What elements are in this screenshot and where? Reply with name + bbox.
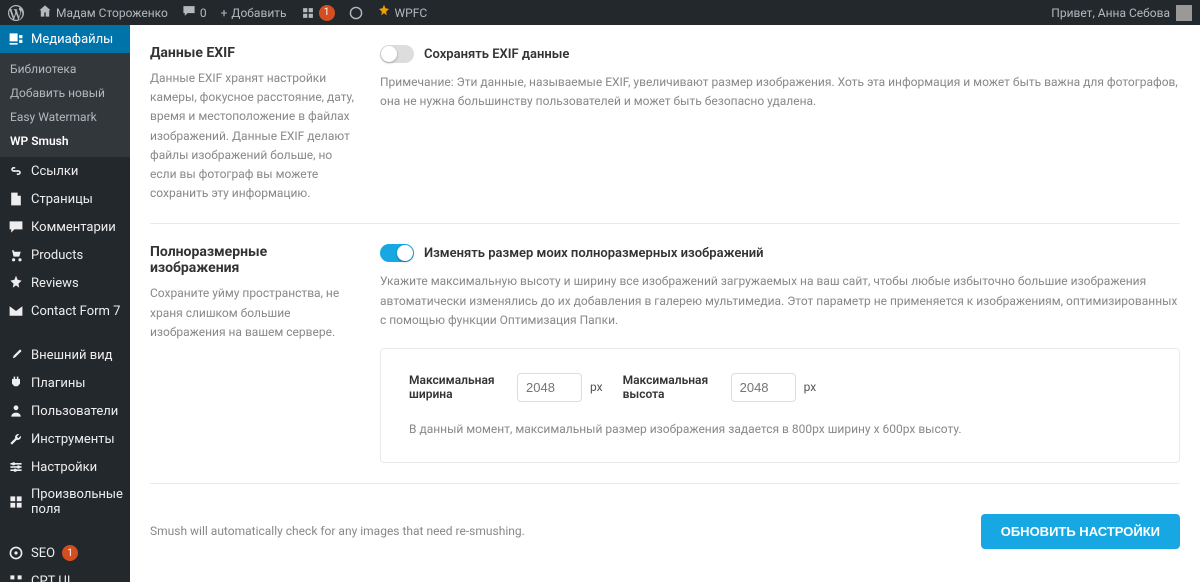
site-name: Мадам Стороженко — [56, 6, 168, 20]
site-name-link[interactable]: Мадам Стороженко — [38, 4, 168, 21]
exif-note: Примечание: Эти данные, называемые EXIF,… — [380, 73, 1180, 111]
comment-icon — [8, 219, 24, 235]
px-unit: px — [804, 380, 817, 394]
plus-icon: + — [221, 6, 228, 20]
menu-cpt-ui[interactable]: CPT UI — [0, 567, 130, 582]
wpfc-label: WPFC — [395, 6, 428, 20]
media-icon — [8, 31, 24, 47]
plug-icon — [8, 375, 24, 391]
exif-section: Данные EXIF Данные EXIF хранят настройки… — [150, 25, 1180, 224]
cpt-icon — [8, 573, 24, 582]
comment-count: 0 — [200, 6, 207, 20]
media-submenu: Библиотека Добавить новый Easy Watermark… — [0, 53, 130, 157]
greeting-text: Привет, Анна Себова — [1051, 6, 1170, 20]
resize-section: Полноразмерные изображения Сохраните уйм… — [150, 224, 1180, 484]
link-icon — [8, 163, 24, 179]
menu-appearance[interactable]: Внешний вид — [0, 341, 130, 369]
main-content: Данные EXIF Данные EXIF хранят настройки… — [130, 25, 1200, 582]
submenu-library[interactable]: Библиотека — [0, 57, 130, 81]
update-badge: 1 — [319, 5, 335, 21]
menu-plugins[interactable]: Плагины — [0, 369, 130, 397]
footer-row: Smush will automatically check for any i… — [150, 484, 1180, 582]
menu-seo[interactable]: SEO1 — [0, 539, 130, 567]
exif-desc: Данные EXIF хранят настройки камеры, фок… — [150, 69, 360, 203]
star-icon — [8, 275, 24, 291]
users-icon — [8, 403, 24, 419]
px-unit: px — [590, 380, 603, 394]
exif-toggle[interactable] — [380, 45, 414, 63]
resize-title: Полноразмерные изображения — [150, 244, 360, 276]
user-menu[interactable]: Привет, Анна Себова — [1051, 5, 1192, 21]
menu-pages[interactable]: Страницы — [0, 185, 130, 213]
comment-icon — [182, 4, 196, 21]
resize-toggle[interactable] — [380, 244, 414, 262]
exif-toggle-label: Сохранять EXIF данные — [424, 47, 569, 62]
admin-sidebar: Медиафайлы Библиотека Добавить новый Eas… — [0, 25, 130, 582]
max-height-input[interactable] — [731, 373, 796, 402]
resize-note: Укажите максимальную высоту и ширину все… — [380, 272, 1180, 330]
brush-icon — [8, 347, 24, 363]
comments-link[interactable]: 0 — [182, 4, 207, 21]
seo-icon — [8, 545, 24, 561]
cache-link[interactable] — [349, 6, 363, 20]
add-new-link[interactable]: + Добавить — [221, 6, 287, 20]
exif-title: Данные EXIF — [150, 45, 360, 61]
admin-toolbar: Мадам Стороженко 0 + Добавить 1 WPFC При… — [0, 0, 1200, 25]
footer-hint: Smush will automatically check for any i… — [150, 524, 525, 538]
menu-custom-fields[interactable]: Произвольные поля — [0, 481, 130, 523]
menu-reviews[interactable]: Reviews — [0, 269, 130, 297]
home-icon — [38, 4, 52, 21]
menu-users[interactable]: Пользователи — [0, 397, 130, 425]
resize-desc: Сохраните уйму пространства, не храня сл… — [150, 284, 360, 342]
avatar — [1176, 5, 1192, 21]
max-height-label: Максимальная высота — [623, 373, 723, 401]
page-icon — [8, 191, 24, 207]
wrench-icon — [8, 431, 24, 447]
menu-settings[interactable]: Настройки — [0, 453, 130, 481]
menu-media[interactable]: Медиафайлы — [0, 25, 130, 53]
update-settings-button[interactable]: ОБНОВИТЬ НАСТРОЙКИ — [981, 514, 1180, 549]
size-box: Максимальная ширина px Максимальная высо… — [380, 348, 1180, 463]
mail-icon — [8, 303, 24, 319]
wp-logo-icon[interactable] — [8, 5, 24, 21]
max-width-label: Максимальная ширина — [409, 373, 509, 401]
menu-contact[interactable]: Contact Form 7 — [0, 297, 130, 325]
size-current-note: В данный момент, максимальный размер изо… — [409, 420, 1151, 438]
submenu-add-new[interactable]: Добавить новый — [0, 81, 130, 105]
settings-icon — [8, 459, 24, 475]
fields-icon — [8, 494, 24, 510]
forms-link[interactable]: 1 — [301, 5, 335, 21]
menu-links[interactable]: Ссылки — [0, 157, 130, 185]
add-new-label: Добавить — [231, 6, 286, 20]
max-width-input[interactable] — [517, 373, 582, 402]
menu-tools[interactable]: Инструменты — [0, 425, 130, 453]
menu-comments[interactable]: Комментарии — [0, 213, 130, 241]
seo-badge: 1 — [62, 545, 78, 561]
resize-toggle-label: Изменять размер моих полноразмерных изоб… — [424, 246, 764, 261]
menu-products[interactable]: Products — [0, 241, 130, 269]
wpfc-icon — [377, 4, 391, 21]
submenu-wp-smush[interactable]: WP Smush — [0, 129, 130, 153]
product-icon — [8, 247, 24, 263]
submenu-easy-watermark[interactable]: Easy Watermark — [0, 105, 130, 129]
wpfc-link[interactable]: WPFC — [377, 4, 428, 21]
